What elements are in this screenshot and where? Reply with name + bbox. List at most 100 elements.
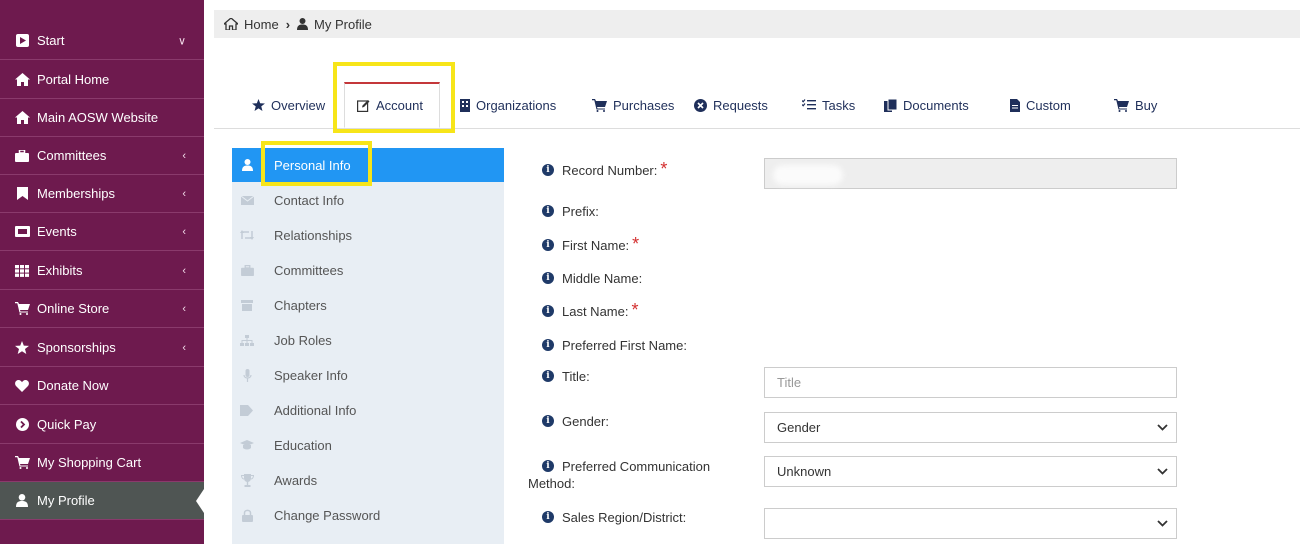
sidebar-item-portal-home[interactable]: Portal Home xyxy=(0,61,204,99)
play-square-icon xyxy=(14,34,30,48)
info-icon[interactable]: i xyxy=(542,511,554,523)
subnav-item-additional-info[interactable]: Additional Info xyxy=(232,393,504,427)
cross-circle-icon xyxy=(694,98,707,112)
user-icon xyxy=(297,18,309,30)
info-icon[interactable]: i xyxy=(542,370,554,382)
subnav-item-change-password[interactable]: Change Password xyxy=(232,498,504,532)
sidebar-item-sponsorships[interactable]: Sponsorships ‹ xyxy=(0,329,204,367)
info-icon[interactable]: i xyxy=(542,305,554,317)
gender-select[interactable]: Gender xyxy=(764,412,1177,443)
tab-label: Requests xyxy=(713,97,768,113)
chevron-left-icon: ‹ xyxy=(182,187,186,200)
sidebar-item-label: Donate Now xyxy=(37,378,109,393)
sidebar-item-label: My Shopping Cart xyxy=(37,455,142,470)
user-icon xyxy=(14,494,30,508)
sidebar-item-donate-now[interactable]: Donate Now xyxy=(0,367,204,405)
lock-icon xyxy=(232,509,262,522)
info-icon[interactable]: i xyxy=(542,415,554,427)
subnav-label: Committees xyxy=(274,262,344,278)
tab-label: Overview xyxy=(271,97,326,113)
subnav-label: Change Password xyxy=(274,507,381,523)
active-indicator xyxy=(196,488,204,513)
required-asterisk: * xyxy=(660,159,668,179)
info-icon[interactable]: i xyxy=(542,460,554,472)
sidebar-item-label: Start xyxy=(37,33,65,48)
tasks-icon xyxy=(802,99,816,111)
tab-label: Account xyxy=(376,98,423,113)
tab-tasks[interactable]: Tasks xyxy=(802,82,855,128)
chevron-down-icon xyxy=(1157,466,1168,478)
sidebar-item-my-profile[interactable]: My Profile xyxy=(0,482,204,520)
tab-label: Custom xyxy=(1026,97,1071,113)
info-icon[interactable]: i xyxy=(542,164,554,176)
subnav-item-speaker-info[interactable]: Speaker Info xyxy=(232,358,504,392)
microphone-icon xyxy=(232,368,262,382)
sidebar-item-exhibits[interactable]: Exhibits ‹ xyxy=(0,252,204,290)
sales-region-label: i Sales Region/District: xyxy=(542,510,686,525)
subnav-item-relationships[interactable]: Relationships xyxy=(232,218,504,252)
middle-name-label: i Middle Name: xyxy=(542,271,642,286)
tab-requests[interactable]: Requests xyxy=(694,82,768,128)
tab-buy[interactable]: Buy xyxy=(1114,82,1157,128)
subnav-label: Contact Info xyxy=(274,192,345,208)
tab-overview[interactable]: Overview xyxy=(252,82,325,128)
title-input[interactable] xyxy=(764,367,1177,398)
tab-account[interactable]: Account xyxy=(344,82,440,128)
cart-icon xyxy=(1114,98,1129,112)
sidebar-item-online-store[interactable]: Online Store ‹ xyxy=(0,290,204,328)
account-subnav: Personal Info Contact Info Relationships… xyxy=(232,148,504,544)
info-icon[interactable]: i xyxy=(542,239,554,251)
breadcrumb-home-link[interactable]: Home xyxy=(244,17,279,32)
sidebar-item-my-shopping-cart[interactable]: My Shopping Cart xyxy=(0,444,204,482)
graduation-cap-icon xyxy=(232,440,262,450)
subnav-item-awards[interactable]: Awards xyxy=(232,463,504,497)
tab-purchases[interactable]: Purchases xyxy=(592,82,674,128)
title-label: i Title: xyxy=(542,369,590,384)
tab-documents[interactable]: Documents xyxy=(884,82,969,128)
file-icon xyxy=(1010,98,1020,112)
subnav-item-chapters[interactable]: Chapters xyxy=(232,288,504,322)
chevron-left-icon: ‹ xyxy=(182,149,186,162)
sidebar-item-memberships[interactable]: Memberships ‹ xyxy=(0,175,204,213)
sidebar-item-label: Events xyxy=(37,224,77,239)
sales-region-select[interactable] xyxy=(764,508,1177,539)
info-icon[interactable]: i xyxy=(542,272,554,284)
preferred-communication-select[interactable]: Unknown xyxy=(764,456,1177,487)
tab-custom[interactable]: Custom xyxy=(1010,82,1071,128)
chevron-right-icon: › xyxy=(285,16,291,32)
sidebar-item-quick-pay[interactable]: Quick Pay xyxy=(0,406,204,444)
sidebar-item-committees[interactable]: Committees ‹ xyxy=(0,137,204,175)
edit-icon xyxy=(357,99,370,112)
subnav-item-committees[interactable]: Committees xyxy=(232,253,504,287)
sidebar-item-label: Main AOSW Website xyxy=(37,110,159,125)
grid-icon xyxy=(14,264,30,278)
info-icon[interactable]: i xyxy=(542,205,554,217)
subnav-label: Personal Info xyxy=(274,157,351,173)
tab-label: Buy xyxy=(1135,97,1158,113)
info-icon[interactable]: i xyxy=(542,339,554,351)
trophy-icon xyxy=(232,473,262,487)
tab-organizations[interactable]: Organizations xyxy=(460,82,556,128)
building-icon xyxy=(460,98,470,112)
redacted-value xyxy=(773,165,843,185)
last-name-label: i Last Name: * xyxy=(542,301,639,319)
sidebar-item-label: Sponsorships xyxy=(37,340,116,355)
subnav-label: Education xyxy=(274,437,332,453)
cart-icon xyxy=(14,456,30,470)
subnav-item-personal-info[interactable]: Personal Info xyxy=(232,148,504,182)
sidebar-item-events[interactable]: Events ‹ xyxy=(0,213,204,251)
heart-icon xyxy=(14,379,30,393)
gender-label: i Gender: xyxy=(542,414,609,429)
subnav-item-contact-info[interactable]: Contact Info xyxy=(232,183,504,217)
subnav-item-education[interactable]: Education xyxy=(232,428,504,462)
subnav-item-job-roles[interactable]: Job Roles xyxy=(232,323,504,357)
preferred-communication-label: i Preferred Communication xyxy=(542,459,710,475)
sidebar-item-start[interactable]: Start ∨ xyxy=(0,22,204,60)
subnav-item-more[interactable] xyxy=(232,533,504,544)
ticket-icon xyxy=(14,225,30,239)
chevron-down-icon xyxy=(1157,518,1168,530)
breadcrumb-current: My Profile xyxy=(314,16,372,32)
sidebar-item-main-website[interactable]: Main AOSW Website xyxy=(0,99,204,137)
envelope-icon xyxy=(232,195,262,205)
retweet-icon xyxy=(232,230,262,240)
